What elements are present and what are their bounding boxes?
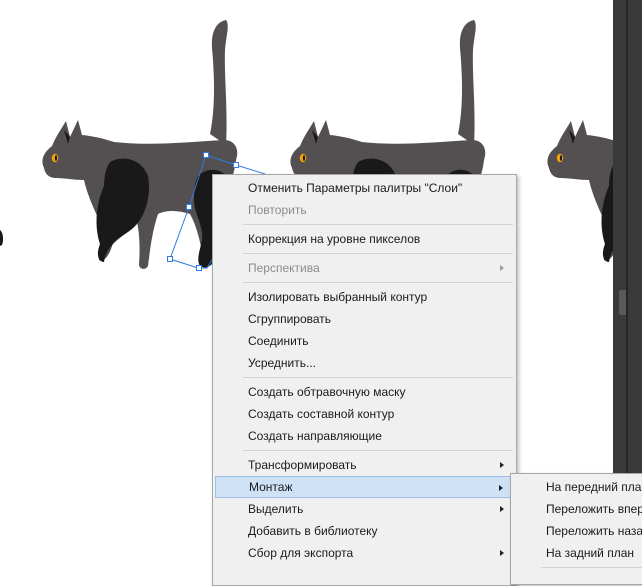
submenu-arrow-icon (500, 550, 504, 556)
anchor-point[interactable] (203, 152, 209, 158)
menu-item-send-to-back[interactable]: На задний план (513, 542, 642, 564)
menu-item-bring-to-front[interactable]: На передний план (513, 476, 642, 498)
menu-item-average[interactable]: Усреднить... (215, 352, 514, 374)
submenu-arrow-icon (500, 506, 504, 512)
menu-separator (243, 224, 513, 225)
menu-item-clipping-mask[interactable]: Создать обтравочную маску (215, 381, 514, 403)
arrange-submenu: На передний план Переложить вперед Перел… (510, 473, 642, 585)
anchor-point[interactable] (233, 162, 239, 168)
menu-separator (243, 282, 513, 283)
menu-item-select[interactable]: Выделить (215, 498, 514, 520)
menu-item-pixel-align[interactable]: Коррекция на уровне пикселов (215, 228, 514, 250)
menu-item-group[interactable]: Сгруппировать (215, 308, 514, 330)
menu-item-collect-for-export[interactable]: Сбор для экспорта (215, 542, 514, 564)
menu-item-bring-forward[interactable]: Переложить вперед (513, 498, 642, 520)
submenu-arrow-icon (500, 265, 504, 271)
anchor-point[interactable] (196, 265, 202, 271)
menu-item-compound-path[interactable]: Создать составной контур (215, 403, 514, 425)
menu-item-transform[interactable]: Трансформировать (215, 454, 514, 476)
submenu-arrow-icon (499, 485, 503, 491)
context-menu: Отменить Параметры палитры "Слои" Повтор… (212, 174, 517, 586)
menu-item-add-to-library[interactable]: Добавить в библиотеку (215, 520, 514, 542)
menu-separator (243, 450, 513, 451)
menu-item-perspective[interactable]: Перспектива (215, 257, 514, 279)
menu-item-redo[interactable]: Повторить (215, 199, 514, 221)
menu-item-undo[interactable]: Отменить Параметры палитры "Слои" (215, 177, 514, 199)
menu-item-arrange[interactable]: Монтаж (215, 476, 514, 498)
menu-item-make-guides[interactable]: Создать направляющие (215, 425, 514, 447)
menu-item-send-backward[interactable]: Переложить назад (513, 520, 642, 542)
submenu-arrow-icon (500, 462, 504, 468)
menu-item-join[interactable]: Соединить (215, 330, 514, 352)
menu-separator (243, 253, 513, 254)
menu-separator (243, 377, 513, 378)
cat-illustration-1[interactable] (42, 20, 238, 269)
menu-item-isolate-path[interactable]: Изолировать выбранный контур (215, 286, 514, 308)
menu-separator (541, 567, 642, 568)
anchor-point[interactable] (186, 204, 192, 210)
anchor-point[interactable] (167, 256, 173, 262)
cat-fragment-left (0, 230, 4, 246)
